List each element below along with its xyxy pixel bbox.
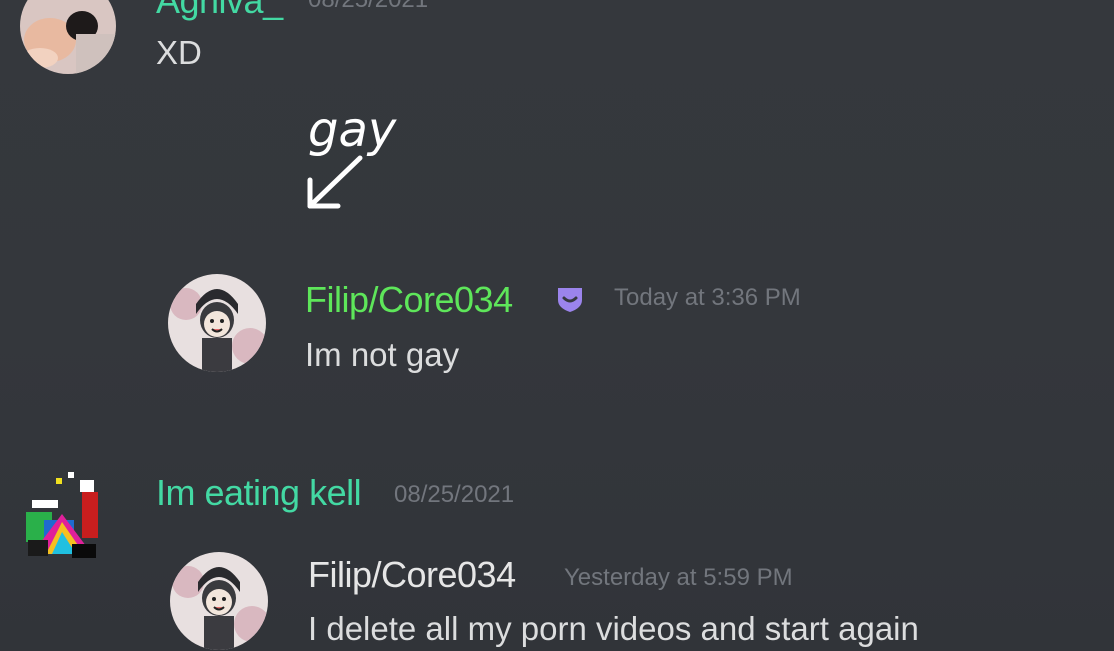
message-timestamp-filip-1: Today at 3:36 PM [614,284,801,311]
pixel-avatar-icon [26,472,98,558]
message-author-filip-1[interactable]: Filip/Core034 [305,279,513,321]
message-text-filip-2: I delete all my porn videos and start ag… [308,610,919,647]
chat-message-list: Agniva_ 08/25/2021 XD gay Filip/Core034 … [0,0,1114,651]
message-text-filip-1: Im not gay [305,336,460,373]
message-author-agniva[interactable]: Agniva_ [156,0,283,22]
message-author-im-eating-kell[interactable]: Im eating kell [156,472,362,514]
message-timestamp-filip-2: Yesterday at 5:59 PM [564,564,793,591]
filip-avatar-1[interactable] [168,274,266,372]
message-timestamp-im-eating-kell: 08/25/2021 [394,481,515,508]
filip-avatar-2[interactable] [170,552,268,650]
handwritten-annotation: gay [307,102,397,209]
anime-avatar-icon [170,552,268,650]
im-eating-kell-avatar[interactable] [22,470,106,566]
user-avatar-icon [20,0,116,74]
handwritten-note: gay [308,102,397,158]
anime-avatar-icon [168,274,266,372]
message-text-agniva: XD [156,34,202,71]
message-author-filip-2[interactable]: Filip/Core034 [308,554,516,596]
agniva-avatar[interactable] [20,0,116,74]
arrow-down-left-icon [307,155,363,209]
message-timestamp-agniva: 08/25/2021 [308,0,428,14]
shield-badge-icon[interactable] [555,284,585,314]
